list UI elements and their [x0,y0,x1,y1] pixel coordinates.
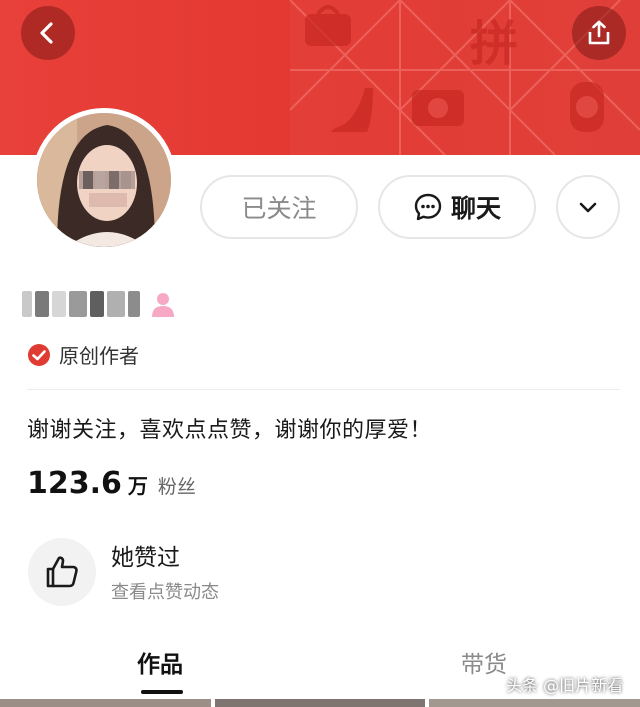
active-tab-indicator [141,690,183,694]
chevron-left-icon [40,22,53,44]
section-divider [27,389,620,390]
liked-subtitle[interactable]: 查看点赞动态 [111,578,219,604]
username [22,284,178,324]
followed-label: 已关注 [241,194,317,223]
work-thumbnail[interactable] [429,699,640,707]
female-gender-icon [152,293,174,317]
share-icon [588,20,610,45]
watermark: 头条 @旧片新看 [506,676,624,695]
fans-unit: 万 [127,474,148,498]
work-thumbnail[interactable] [214,699,426,707]
works-grid-preview [0,699,640,707]
chat-label: 聊天 [450,194,501,223]
more-options-button[interactable] [556,175,620,239]
avatar[interactable] [32,108,176,252]
back-button[interactable] [21,6,75,60]
thumbs-up-icon [46,556,78,588]
work-thumbnail[interactable] [0,699,211,707]
tab-goods[interactable]: 带货 [461,645,507,679]
verified-check-icon [28,343,50,366]
liked-entry-button[interactable] [28,538,96,606]
followed-button[interactable]: 已关注 [200,175,358,239]
share-button[interactable] [572,6,626,60]
tab-works[interactable]: 作品 [137,645,183,679]
chat-bubble-icon [414,193,442,221]
verification-badge: 原创作者 [27,340,139,369]
profile-bio: 谢谢关注，喜欢点点赞，谢谢你的厚爱！ [27,418,433,443]
fans-count[interactable]: 123.6 万 粉丝 [27,466,196,501]
verify-label: 原创作者 [59,344,139,368]
username-blurred [22,291,140,317]
chevron-down-icon [579,202,597,213]
chat-button[interactable]: 聊天 [378,175,536,239]
avatar-image [37,113,171,247]
banner-glyph: 拼 [470,16,518,72]
liked-title[interactable]: 她赞过 [111,538,180,572]
fans-number: 123.6 [27,466,122,501]
fans-label: 粉丝 [157,476,196,498]
